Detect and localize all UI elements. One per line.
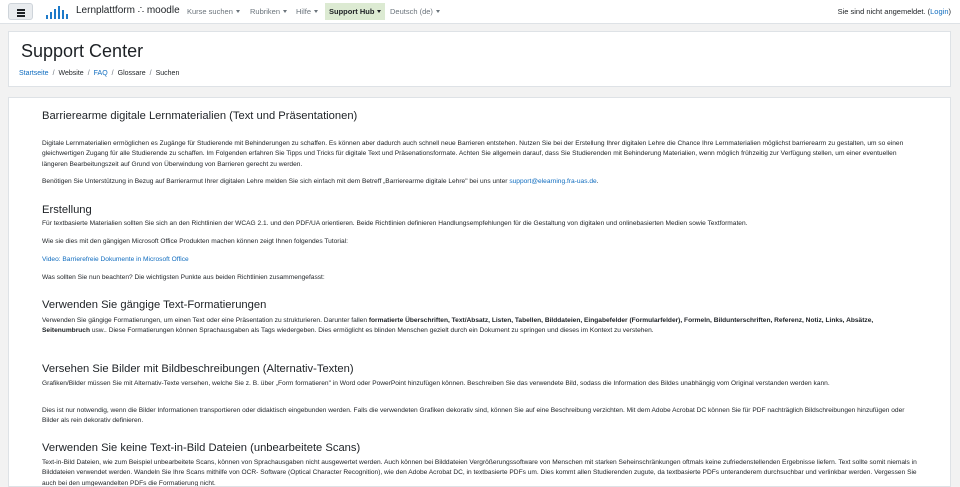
section-title-text-formatierungen: Verwenden Sie gängige Text-Formatierunge…: [42, 299, 267, 311]
text-in-bild-paragraph: Text-in-Bild Dateien, wie zum Beispiel u…: [42, 459, 917, 487]
support-email-link[interactable]: support@elearning.fra-uas.de: [509, 178, 596, 185]
top-navbar: Lernplattform ∴ moodle Kurse suchen Rubr…: [0, 0, 960, 24]
breadcrumb-glossare: Glossare: [117, 70, 146, 77]
formatierungen-paragraph: Verwenden Sie gängige Formatierungen, um…: [42, 317, 874, 335]
erstellung-paragraph-3: Was sollten Sie nun beachten? Die wichti…: [42, 274, 325, 281]
caret-down-icon: [283, 10, 288, 13]
page-header: Support Center Startseite / Website / FAQ / Gl…: [8, 31, 951, 87]
caret-down-icon: [435, 10, 440, 13]
main-content-card: Barrierearme digitale Lernmaterialien (T…: [8, 97, 951, 487]
caret-down-icon: [377, 10, 382, 13]
moodle-logo-icon: [46, 6, 68, 19]
section-title-erstellung: Erstellung: [42, 204, 92, 216]
page-title: Support Center: [21, 41, 144, 61]
nav-support-hub[interactable]: Support Hub: [325, 3, 386, 20]
caret-down-icon: [314, 10, 319, 13]
nav-kurse-suchen[interactable]: Kurse suchen: [187, 7, 240, 16]
breadcrumb-website: Website: [58, 70, 84, 77]
nav-language[interactable]: Deutsch (de): [390, 7, 440, 16]
hamburger-menu-button[interactable]: [8, 3, 33, 20]
section-title-bildbeschreibungen: Versehen Sie Bilder mit Bildbeschreibung…: [42, 363, 354, 375]
erstellung-paragraph-2: Wie sie dies mit den gängigen Microsoft …: [42, 238, 348, 245]
hamburger-icon: [17, 9, 25, 11]
article-title: Barrierearme digitale Lernmaterialien (T…: [42, 110, 358, 122]
login-info: Sie sind nicht angemeldet. (Login): [837, 7, 951, 16]
caret-down-icon: [235, 10, 240, 13]
breadcrumb-startseite[interactable]: Startseite: [19, 70, 49, 77]
nav-rubriken[interactable]: Rubriken: [250, 7, 288, 16]
erstellung-paragraph-1: Für textbasierte Materialien sollten Sie…: [42, 220, 748, 227]
breadcrumb-suchen: Suchen: [155, 70, 180, 77]
video-tutorial-link[interactable]: Video: Barrierefreie Dokumente in Micros…: [42, 256, 189, 263]
intro-paragraph-2: Benötigen Sie Unterstützung in Bezug auf…: [42, 178, 599, 185]
breadcrumb-faq[interactable]: FAQ: [94, 70, 108, 77]
erstellung-video-paragraph: Video: Barrierefreie Dokumente in Micros…: [42, 255, 920, 265]
bildbeschreibungen-paragraph-1: Grafiken/Bilder müssen Sie mit Alternati…: [42, 380, 830, 387]
bildbeschreibungen-paragraph-2: Dies ist nur notwendig, wenn die Bilder …: [42, 407, 905, 425]
breadcrumb: Startseite / Website / FAQ / Glossare / Suchen: [19, 70, 180, 77]
intro-paragraph-1: Digitale Lernmaterialien ermöglichen es …: [42, 140, 904, 168]
brand-name: Lernplattform ∴ moodle: [76, 5, 180, 16]
nav-hilfe[interactable]: Hilfe: [296, 7, 319, 16]
section-title-text-in-bild: Verwenden Sie keine Text-in-Bild Dateien…: [42, 442, 361, 454]
login-link[interactable]: Login: [930, 7, 948, 16]
